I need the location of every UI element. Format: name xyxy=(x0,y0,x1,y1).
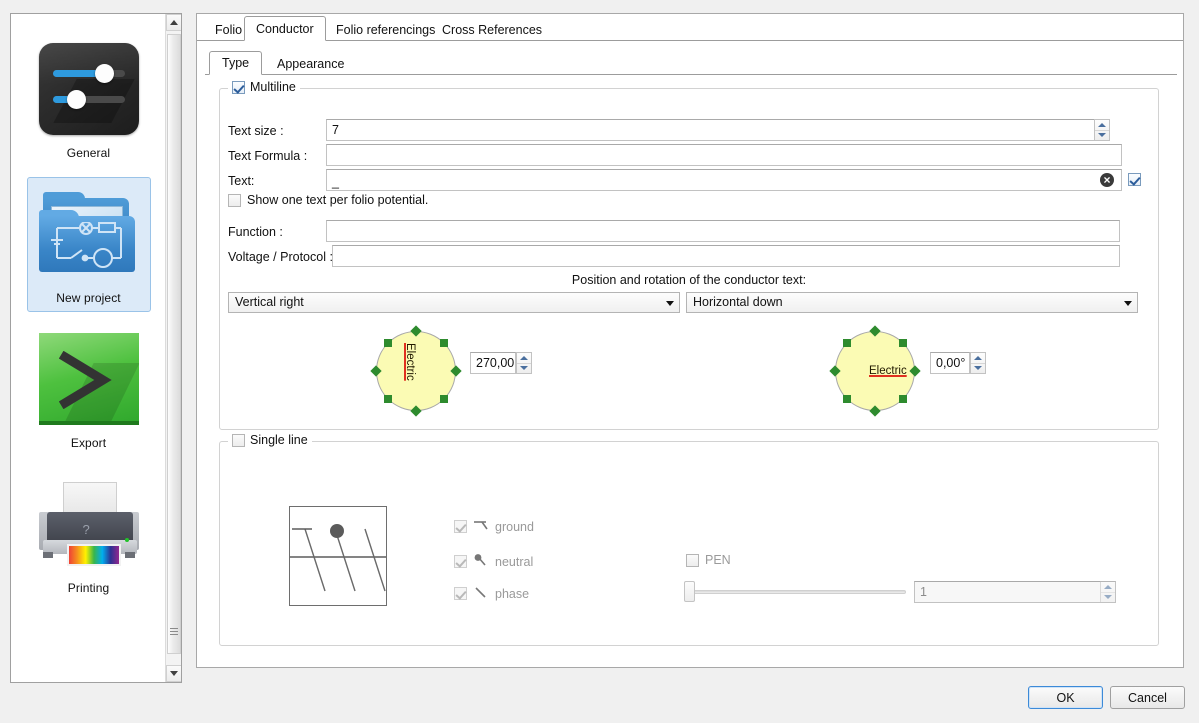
conductor-count-stepper[interactable] xyxy=(1100,581,1116,603)
show-one-text-label: Show one text per folio potential. xyxy=(247,193,428,207)
tab-type[interactable]: Type xyxy=(209,51,262,75)
sliders-icon xyxy=(37,39,141,139)
singleline-preview xyxy=(289,506,387,606)
text-formula-input[interactable] xyxy=(326,144,1122,166)
text-size-stepper[interactable] xyxy=(1094,119,1110,141)
neutral-symbol-icon xyxy=(473,554,489,569)
text-label: Text: xyxy=(228,174,254,188)
chevron-down-icon xyxy=(170,671,178,676)
stepper-up-button[interactable] xyxy=(971,353,985,363)
singleline-group: Single line xyxy=(219,441,1159,646)
show-one-text-checkbox[interactable] xyxy=(228,194,241,207)
scroll-up-button[interactable] xyxy=(166,14,182,31)
text-input[interactable]: _ xyxy=(326,169,1122,191)
stepper-down-button[interactable] xyxy=(1101,593,1115,603)
scroll-down-button[interactable] xyxy=(166,665,182,682)
sidebar-item-label: New project xyxy=(56,291,120,305)
cancel-button[interactable]: Cancel xyxy=(1110,686,1185,709)
sidebar-item-general[interactable]: General xyxy=(27,32,151,167)
neutral-checkbox[interactable] xyxy=(454,555,467,568)
right-angle-stepper[interactable] xyxy=(970,352,986,374)
tab-appearance[interactable]: Appearance xyxy=(265,54,356,75)
tab-folio-referencings[interactable]: Folio referencings xyxy=(324,18,447,41)
stepper-up-button[interactable] xyxy=(517,353,531,363)
phase-option-row[interactable]: phase xyxy=(454,586,529,601)
conductor-count-input[interactable]: 1 xyxy=(914,581,1116,603)
ground-checkbox[interactable] xyxy=(454,520,467,533)
conductor-count-slider-thumb[interactable] xyxy=(684,581,695,602)
function-label: Function : xyxy=(228,225,283,239)
singleline-label: Single line xyxy=(250,433,308,447)
conductor-preview-text: Electric xyxy=(869,365,907,377)
conductor-tabbar: Type Appearance xyxy=(205,50,1177,75)
stepper-down-button[interactable] xyxy=(517,364,531,374)
multiline-checkbox[interactable] xyxy=(232,81,245,94)
singleline-group-header[interactable]: Single line xyxy=(228,433,312,447)
export-arrow-icon xyxy=(37,329,141,429)
left-angle-input[interactable]: 270,00° xyxy=(470,352,516,374)
pen-checkbox[interactable] xyxy=(686,554,699,567)
phase-symbol-icon xyxy=(473,586,489,601)
sidebar-item-list: General xyxy=(11,14,166,682)
voltage-protocol-input[interactable] xyxy=(332,245,1120,267)
text-size-label: Text size : xyxy=(228,124,284,138)
chevron-up-icon xyxy=(170,20,178,25)
position-rotation-caption: Position and rotation of the conductor t… xyxy=(220,273,1158,287)
multiline-group-header[interactable]: Multiline xyxy=(228,80,300,94)
sidebar-item-label: Printing xyxy=(68,581,110,595)
phase-checkbox[interactable] xyxy=(454,587,467,600)
stepper-up-button[interactable] xyxy=(1095,120,1109,130)
voltage-protocol-label: Voltage / Protocol : xyxy=(228,250,333,264)
left-angle-stepper[interactable] xyxy=(516,352,532,374)
grip-icon xyxy=(170,628,178,635)
conductor-preview-right[interactable]: Electric xyxy=(831,327,919,415)
stepper-down-button[interactable] xyxy=(971,364,985,374)
position-right-select[interactable]: Horizontal down xyxy=(686,292,1138,313)
tab-cross-references[interactable]: Cross References xyxy=(430,18,554,41)
stepper-up-button[interactable] xyxy=(1101,582,1115,592)
conductor-preview-left[interactable]: Electric xyxy=(372,327,460,415)
multiline-group: Multiline Text size : 7 Text Formula : T… xyxy=(219,88,1159,430)
chevron-down-icon xyxy=(1124,301,1132,306)
text-size-input[interactable]: 7 xyxy=(326,119,1110,141)
right-angle-input[interactable]: 0,00° xyxy=(930,352,970,374)
stepper-down-button[interactable] xyxy=(1095,131,1109,141)
project-folder-icon xyxy=(37,184,141,284)
printer-icon: ? xyxy=(37,474,141,574)
settings-category-sidebar: General xyxy=(10,13,182,683)
function-input[interactable] xyxy=(326,220,1120,242)
text-formula-label: Text Formula : xyxy=(228,149,307,163)
main-tabbar: Folio Conductor Folio referencings Cross… xyxy=(197,14,1183,41)
sidebar-item-new-project[interactable]: New project xyxy=(27,177,151,312)
position-left-select[interactable]: Vertical right xyxy=(228,292,680,313)
scrollbar-thumb[interactable] xyxy=(167,34,181,654)
sidebar-item-label: General xyxy=(67,146,110,160)
pen-option-row[interactable]: PEN xyxy=(686,553,731,567)
sidebar-item-export[interactable]: Export xyxy=(27,322,151,457)
phase-label: phase xyxy=(495,587,529,601)
neutral-label: neutral xyxy=(495,555,533,569)
show-one-text-row[interactable]: Show one text per folio potential. xyxy=(228,193,428,207)
main-panel: Folio Conductor Folio referencings Cross… xyxy=(196,13,1184,668)
sidebar-item-printing[interactable]: ? Printing xyxy=(27,467,151,602)
multiline-label: Multiline xyxy=(250,80,296,94)
dialog-window: General xyxy=(0,0,1199,723)
sidebar-scrollbar[interactable] xyxy=(165,14,181,682)
clear-text-icon[interactable] xyxy=(1100,173,1114,187)
sidebar-item-label: Export xyxy=(71,436,106,450)
text-enabled-checkbox[interactable] xyxy=(1128,173,1141,186)
ground-symbol-icon xyxy=(473,519,489,534)
pen-label: PEN xyxy=(705,553,731,567)
singleline-checkbox[interactable] xyxy=(232,434,245,447)
tab-conductor[interactable]: Conductor xyxy=(244,16,326,41)
ground-option-row[interactable]: ground xyxy=(454,519,534,534)
conductor-count-slider-track[interactable] xyxy=(688,590,906,594)
conductor-preview-text: Electric xyxy=(404,343,416,381)
neutral-option-row[interactable]: neutral xyxy=(454,554,533,569)
ok-button[interactable]: OK xyxy=(1028,686,1103,709)
ground-label: ground xyxy=(495,520,534,534)
chevron-down-icon xyxy=(666,301,674,306)
